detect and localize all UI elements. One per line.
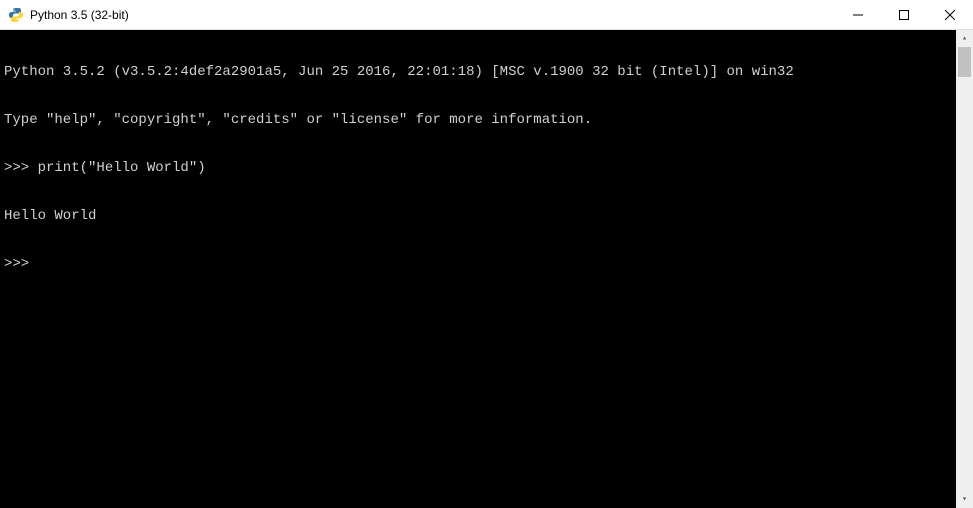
- maximize-button[interactable]: [881, 0, 927, 29]
- scroll-down-arrow-icon[interactable]: ▾: [956, 491, 973, 508]
- terminal-line: Hello World: [4, 208, 969, 224]
- scroll-up-arrow-icon[interactable]: ▴: [956, 30, 973, 47]
- python-icon: [8, 7, 24, 23]
- titlebar-left: Python 3.5 (32-bit): [0, 7, 835, 23]
- terminal-prompt: >>>: [4, 256, 969, 272]
- window-title: Python 3.5 (32-bit): [30, 8, 129, 22]
- minimize-icon: [853, 10, 863, 20]
- vertical-scrollbar[interactable]: ▴ ▾: [956, 30, 973, 508]
- window-titlebar: Python 3.5 (32-bit): [0, 0, 973, 30]
- terminal-area[interactable]: Python 3.5.2 (v3.5.2:4def2a2901a5, Jun 2…: [0, 30, 973, 508]
- minimize-button[interactable]: [835, 0, 881, 29]
- close-icon: [945, 10, 955, 20]
- terminal-line: Python 3.5.2 (v3.5.2:4def2a2901a5, Jun 2…: [4, 64, 969, 80]
- scrollbar-thumb[interactable]: [958, 47, 971, 77]
- terminal-line: Type "help", "copyright", "credits" or "…: [4, 112, 969, 128]
- scrollbar-track[interactable]: [956, 47, 973, 491]
- maximize-icon: [899, 10, 909, 20]
- terminal-line: >>> print("Hello World"): [4, 160, 969, 176]
- close-button[interactable]: [927, 0, 973, 29]
- window-controls: [835, 0, 973, 29]
